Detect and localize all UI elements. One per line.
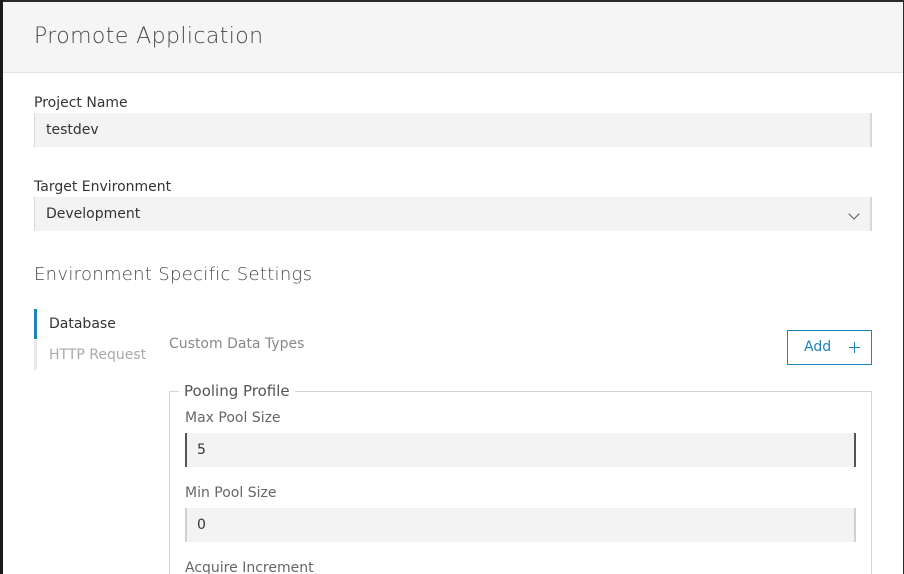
promote-application-dialog: Promote Application Project Name testdev… bbox=[3, 2, 903, 574]
target-environment-select[interactable]: Development bbox=[34, 197, 872, 231]
target-environment-value: Development bbox=[46, 206, 141, 222]
tab-http-request[interactable]: HTTP Request bbox=[34, 340, 154, 370]
max-pool-size-input[interactable]: 5 bbox=[185, 433, 856, 467]
add-button[interactable]: Add bbox=[787, 330, 872, 365]
target-environment-label: Target Environment bbox=[34, 179, 172, 195]
custom-data-types-label: Custom Data Types bbox=[169, 336, 305, 352]
pooling-profile-legend: Pooling Profile bbox=[179, 382, 295, 400]
add-button-label: Add bbox=[804, 339, 832, 355]
environment-settings-title: Environment Specific Settings bbox=[34, 264, 313, 285]
project-name-label: Project Name bbox=[34, 95, 128, 111]
dialog-title: Promote Application bbox=[34, 24, 264, 49]
dialog-header: Promote Application bbox=[3, 2, 903, 73]
chevron-down-icon bbox=[848, 208, 860, 220]
min-pool-size-label: Min Pool Size bbox=[185, 485, 277, 501]
acquire-increment-label: Acquire Increment bbox=[185, 560, 314, 574]
tab-database[interactable]: Database bbox=[34, 309, 154, 339]
min-pool-size-input[interactable]: 0 bbox=[185, 508, 856, 542]
project-name-field[interactable]: testdev bbox=[34, 113, 872, 147]
plus-icon bbox=[849, 342, 860, 353]
max-pool-size-label: Max Pool Size bbox=[185, 410, 281, 426]
